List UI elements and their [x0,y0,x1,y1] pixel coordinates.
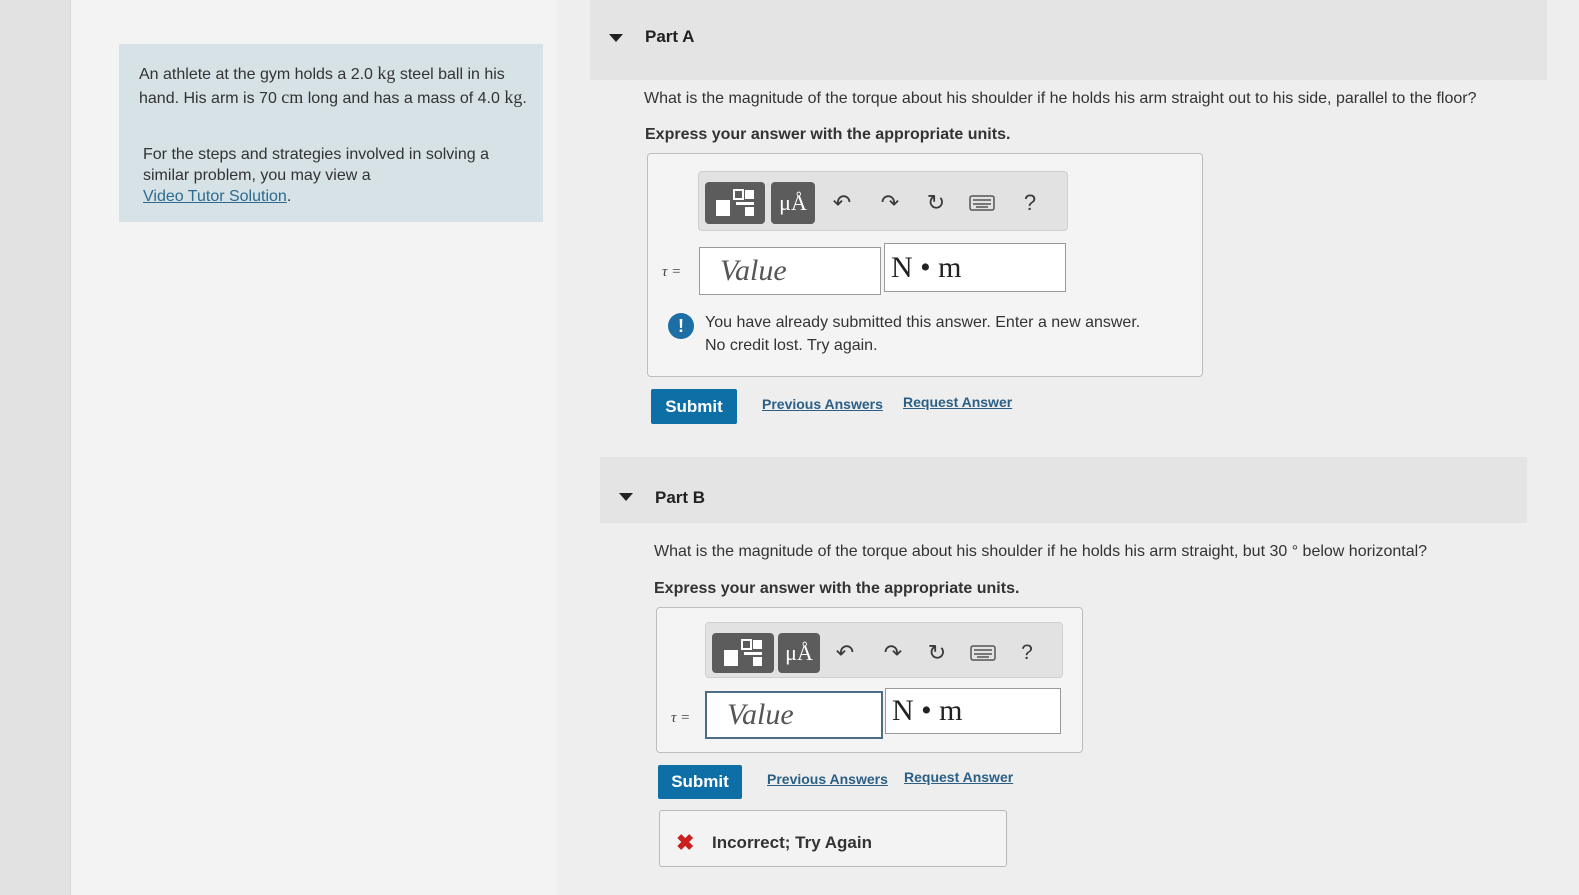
page-margin [0,0,70,895]
problem-text-c: long and has a mass of [307,90,474,107]
part-b-feedback-text: Incorrect; Try Again [712,833,872,852]
undo-icon[interactable]: ↶ [827,188,857,218]
units-icon-label: μÅ [785,640,813,665]
reset-icon[interactable]: ↻ [922,638,952,668]
part-a-answer-box: μÅ ↶ ↷ ↻ ? τ = Value N • m ! You have al… [647,153,1203,377]
part-a-title: Part A [645,27,695,46]
part-b-units-input[interactable]: N • m [885,688,1061,734]
tutor-note-end: . [286,188,292,205]
part-a-instruction: Express your answer with the appropriate… [645,126,1011,143]
problem-text-a: An athlete at the gym holds a 2.0 [139,66,373,83]
help-icon[interactable]: ? [1012,638,1042,668]
units-icon-label: μÅ [779,190,807,215]
part-b-value-input[interactable]: Value [705,691,883,739]
part-a-submit-button[interactable]: Submit [651,389,737,424]
part-a-tau-label: τ = [662,264,682,280]
part-b-toolbar: μÅ ↶ ↷ ↻ ? [705,622,1063,678]
part-a-alert-line2: No credit lost. Try again. [705,337,878,354]
redo-icon[interactable]: ↷ [878,638,908,668]
reset-icon[interactable]: ↻ [921,188,951,218]
undo-icon[interactable]: ↶ [830,638,860,668]
part-a-previous-answers-link[interactable]: Previous Answers [762,396,883,412]
part-b-header[interactable]: Part B [600,457,1527,523]
part-a-question: What is the magnitude of the torque abou… [644,90,1477,107]
problem-statement: An athlete at the gym holds a 2.0 kg ste… [139,62,534,110]
tutor-note-text: For the steps and strategies involved in… [143,146,489,184]
incorrect-x-icon: ✖ [676,830,695,855]
part-b-previous-answers-link[interactable]: Previous Answers [767,771,888,787]
templates-icon[interactable] [712,633,774,673]
part-b-tau-label: τ = [671,710,691,726]
problem-text-end: . [522,90,527,107]
part-b-request-answer-link[interactable]: Request Answer [904,769,1013,785]
part-a-alert: You have already submitted this answer. … [705,311,1205,357]
part-a-toolbar: μÅ ↶ ↷ ↻ ? [698,171,1068,231]
part-b-answer-box: μÅ ↶ ↷ ↻ ? τ = Value N • m [656,607,1083,753]
tutor-note: For the steps and strategies involved in… [143,144,523,207]
part-b-instruction: Express your answer with the appropriate… [654,580,1020,597]
part-a-value-input[interactable]: Value [699,247,881,295]
keyboard-icon[interactable] [968,638,998,668]
part-b-title: Part B [655,488,706,507]
problem-panel: An athlete at the gym holds a 2.0 kg ste… [70,0,558,895]
unit-cm: cm [281,87,304,107]
part-b-question: What is the magnitude of the torque abou… [654,543,1428,560]
part-a-alert-line1: You have already submitted this answer. … [705,314,1141,331]
units-icon[interactable]: μÅ [771,182,815,224]
part-b-feedback-box: ✖ Incorrect; Try Again [659,810,1007,867]
alert-icon: ! [668,313,694,339]
units-icon[interactable]: μÅ [778,633,820,673]
keyboard-icon[interactable] [967,188,997,218]
part-a-header[interactable]: Part A [590,0,1547,80]
templates-icon[interactable] [705,182,765,224]
video-tutor-link[interactable]: Video Tutor Solution [143,188,287,205]
problem-statement-box: An athlete at the gym holds a 2.0 kg ste… [119,44,543,222]
part-a-units-input[interactable]: N • m [884,243,1066,292]
arm-mass-value: 4.0 [477,90,500,107]
part-b-submit-button[interactable]: Submit [658,765,742,799]
collapse-caret-icon[interactable] [609,34,623,42]
unit-kg-2: kg [504,87,523,107]
part-a-request-answer-link[interactable]: Request Answer [903,394,1012,410]
unit-kg: kg [377,63,396,83]
collapse-caret-icon[interactable] [619,493,633,501]
redo-icon[interactable]: ↷ [875,188,905,218]
help-icon[interactable]: ? [1015,188,1045,218]
